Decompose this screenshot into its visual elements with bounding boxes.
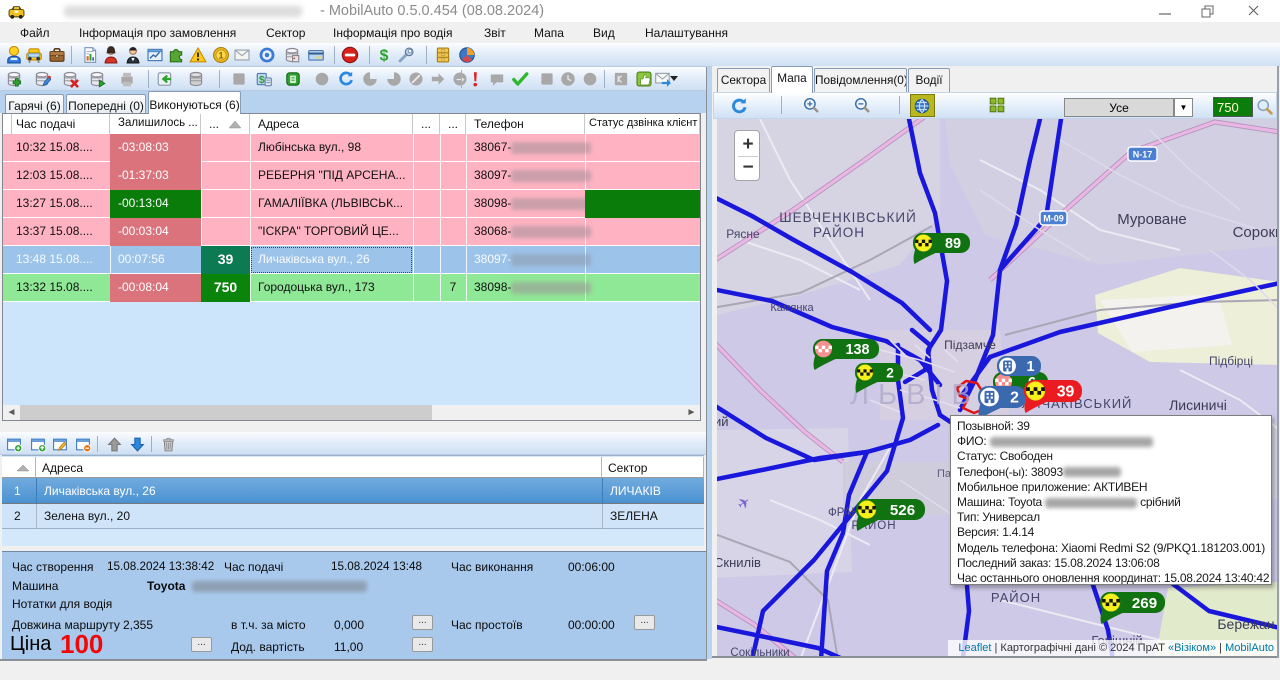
svg-text:2: 2 [1010, 390, 1019, 407]
svg-text:2: 2 [886, 365, 894, 380]
svg-text:N-17: N-17 [1133, 150, 1153, 160]
svg-text:Сороки: Сороки [1233, 224, 1277, 241]
svg-text:РАЙОН: РАЙОН [991, 590, 1041, 605]
svg-text:М-09: М-09 [1043, 214, 1064, 224]
svg-text:Сокільники: Сокільники [730, 647, 789, 656]
svg-text:ий: ий [717, 414, 729, 429]
svg-text:ШЕВЧЕНКІВСЬКИЙ: ШЕВЧЕНКІВСЬКИЙ [779, 210, 917, 225]
svg-text:Лисиничі: Лисиничі [1169, 397, 1227, 413]
svg-text:269: 269 [1132, 595, 1157, 612]
svg-text:Рясне: Рясне [726, 227, 760, 241]
svg-text:Підзамче: Підзамче [944, 338, 996, 352]
svg-text:Камянка: Камянка [770, 302, 814, 314]
svg-text:РАЙОН: РАЙОН [813, 225, 865, 240]
svg-text:138: 138 [845, 342, 869, 358]
svg-text:Скнилів: Скнилів [717, 555, 761, 570]
svg-text:Муроване: Муроване [1117, 211, 1186, 228]
svg-text:526: 526 [890, 502, 915, 519]
svg-text:Підбірці: Підбірці [1209, 354, 1253, 368]
svg-text:89: 89 [945, 236, 961, 252]
svg-text:$: $ [259, 75, 265, 86]
svg-text:1: 1 [218, 50, 223, 60]
svg-text:$: $ [380, 48, 389, 64]
svg-text:Бережан: Бережан [1217, 616, 1274, 632]
svg-text:39: 39 [1057, 384, 1075, 401]
svg-text:1: 1 [1026, 359, 1034, 375]
